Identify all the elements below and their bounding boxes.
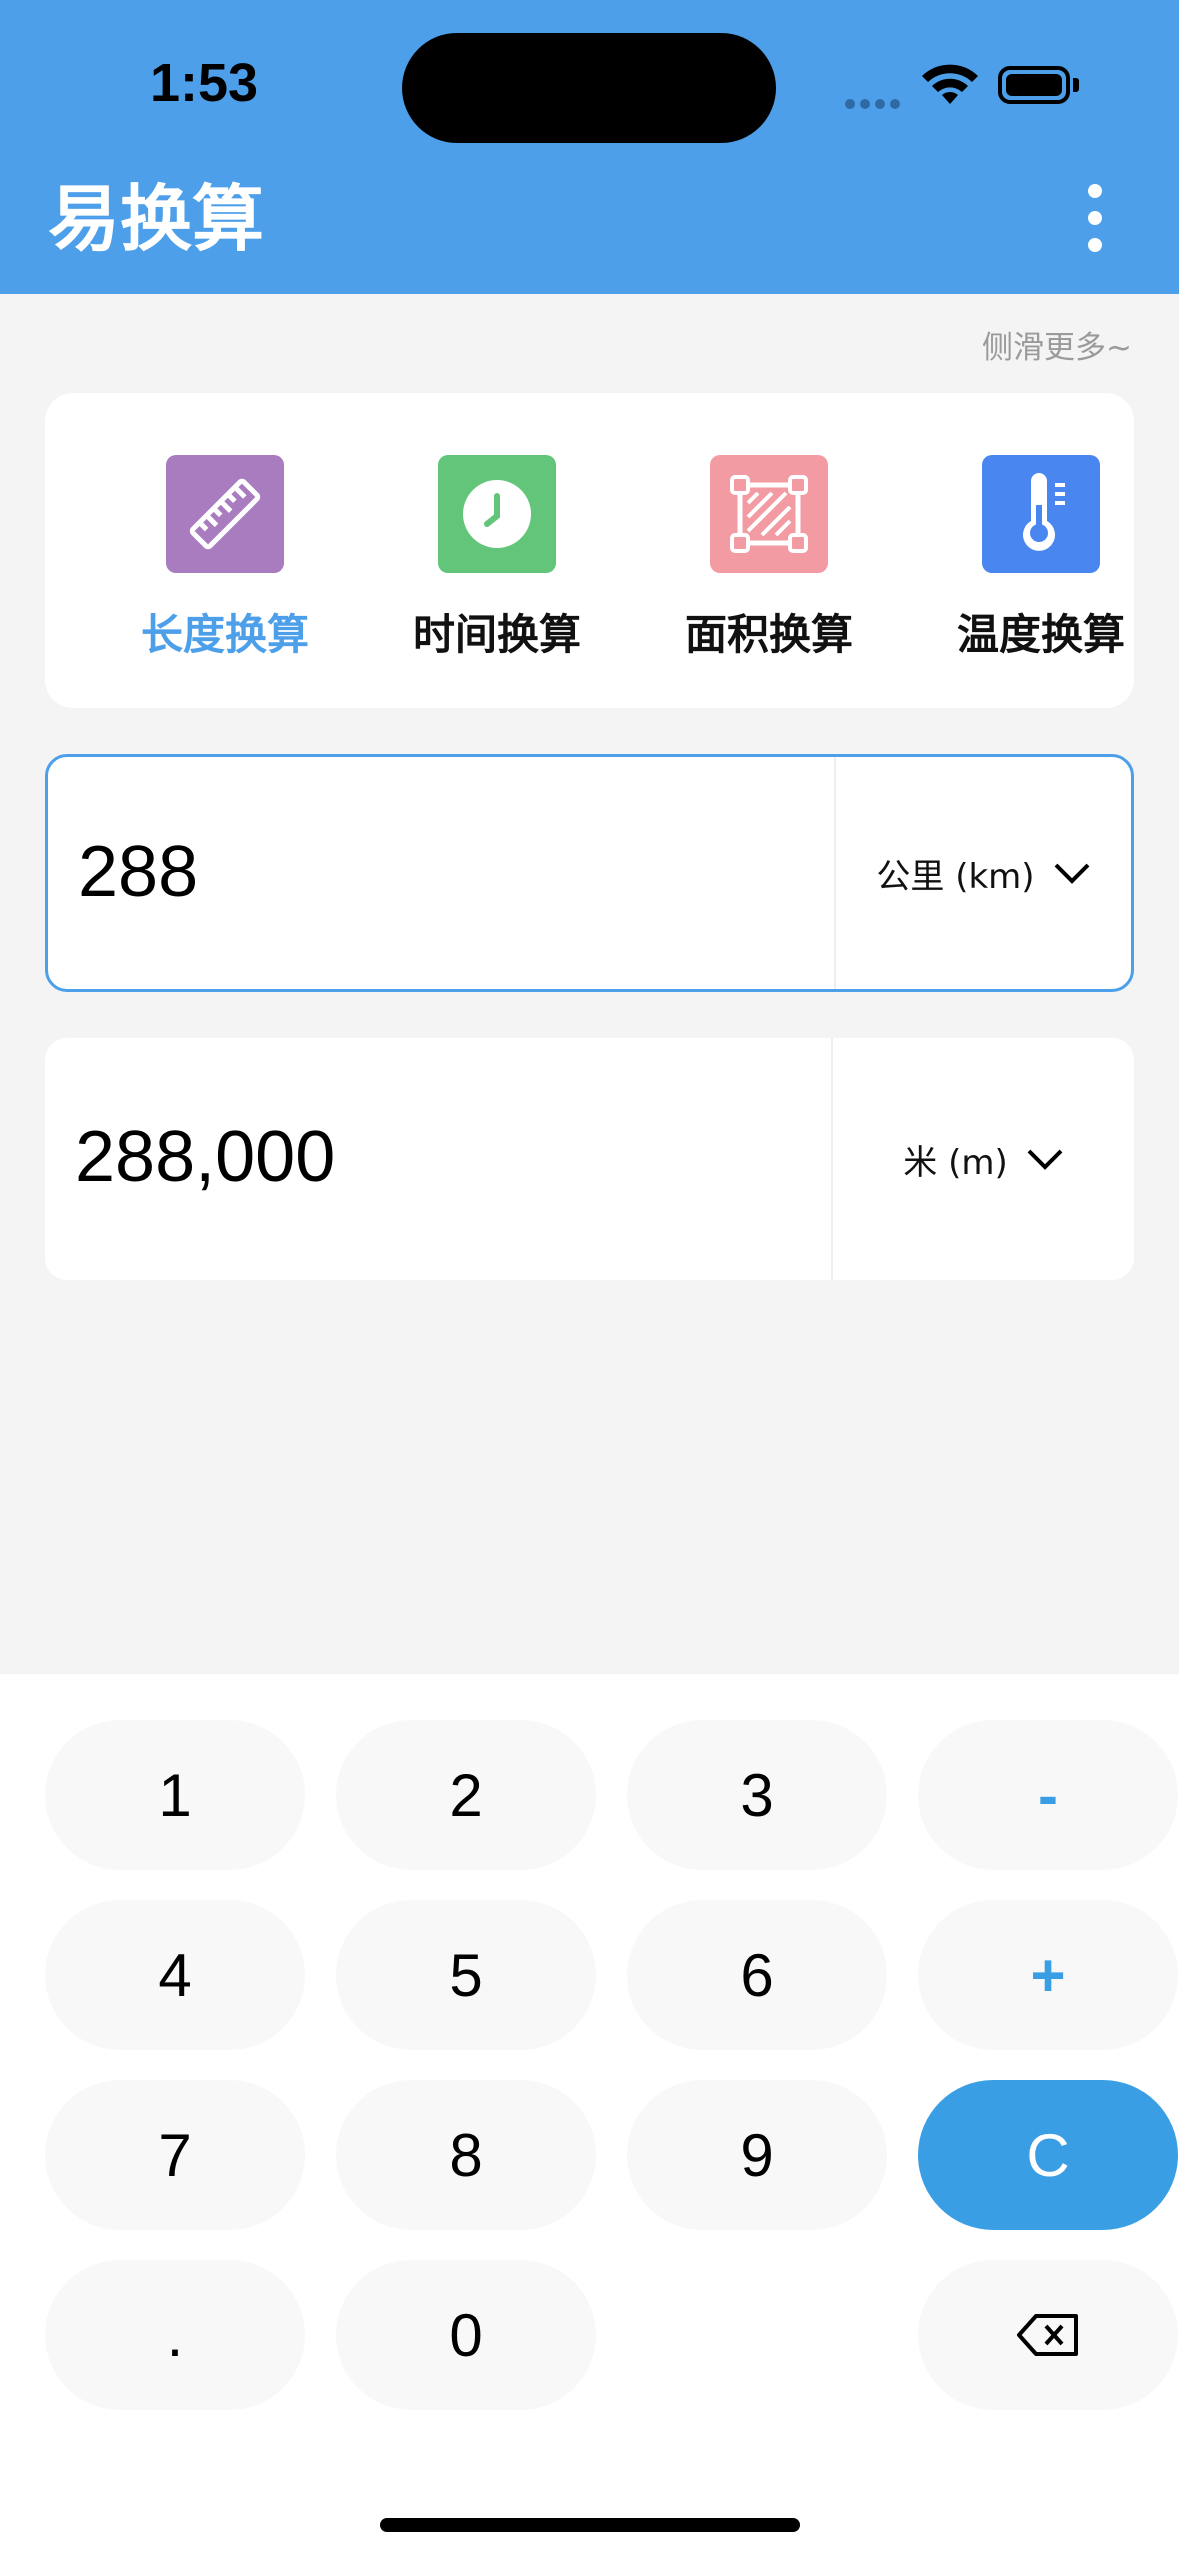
area-icon xyxy=(710,455,828,573)
wifi-icon xyxy=(922,64,978,104)
category-label: 时间换算 xyxy=(412,610,581,659)
chevron-down-icon xyxy=(1027,1149,1063,1170)
category-length[interactable]: 长度换算 xyxy=(125,455,325,662)
home-indicator[interactable] xyxy=(380,2518,800,2532)
input-row: 288 公里 (km) xyxy=(45,754,1134,992)
dynamic-island xyxy=(402,33,776,143)
key-1[interactable]: 1 xyxy=(45,1720,305,1870)
output-unit-select[interactable]: 米 (m) xyxy=(833,1038,1134,1280)
key-backspace[interactable] xyxy=(918,2260,1178,2410)
backspace-icon xyxy=(1017,2314,1078,2356)
status-time: 1:53 xyxy=(150,53,259,113)
battery-cap xyxy=(1073,78,1079,92)
key-9[interactable]: 9 xyxy=(627,2080,887,2230)
key-3[interactable]: 3 xyxy=(627,1720,887,1870)
key-dot[interactable]: . xyxy=(45,2260,305,2410)
key-2[interactable]: 2 xyxy=(336,1720,596,1870)
input-unit-label: 公里 (km) xyxy=(876,856,1035,897)
category-label: 面积换算 xyxy=(684,610,853,659)
category-area[interactable]: 面积换算 xyxy=(669,455,869,662)
category-time[interactable]: 时间换算 xyxy=(397,455,597,662)
chevron-down-icon xyxy=(1054,863,1089,884)
key-minus[interactable]: - xyxy=(918,1720,1178,1870)
key-5[interactable]: 5 xyxy=(336,1900,596,2050)
thermometer-icon xyxy=(982,455,1100,573)
output-row: 288,000 米 (m) xyxy=(45,1038,1134,1280)
scroll-hint: 侧滑更多~ xyxy=(982,330,1132,366)
app-title: 易换算 xyxy=(48,177,265,261)
output-value: 288,000 xyxy=(75,1117,336,1197)
ruler-icon xyxy=(166,455,284,573)
key-7[interactable]: 7 xyxy=(45,2080,305,2230)
key-8[interactable]: 8 xyxy=(336,2080,596,2230)
key-0[interactable]: 0 xyxy=(336,2260,596,2410)
input-value[interactable]: 288 xyxy=(78,831,198,913)
input-unit-select[interactable]: 公里 (km) xyxy=(836,757,1131,989)
key-clear[interactable]: C xyxy=(918,2080,1178,2230)
category-label: 温度换算 xyxy=(956,610,1125,659)
clock-icon xyxy=(438,455,556,573)
key-6[interactable]: 6 xyxy=(627,1900,887,2050)
key-4[interactable]: 4 xyxy=(45,1900,305,2050)
battery-icon xyxy=(998,66,1070,104)
category-bar: 长度换算 时间换算 面积换算 温度换算 xyxy=(45,393,1134,708)
category-temperature[interactable]: 温度换算 xyxy=(941,455,1141,662)
more-menu-icon[interactable] xyxy=(1075,184,1115,254)
output-unit-label: 米 (m) xyxy=(903,1142,1008,1183)
cellular-signal-icon xyxy=(845,94,905,113)
category-label: 长度换算 xyxy=(140,610,309,659)
key-plus[interactable]: + xyxy=(918,1900,1178,2050)
app-header: 1:53 易换算 xyxy=(0,0,1179,294)
